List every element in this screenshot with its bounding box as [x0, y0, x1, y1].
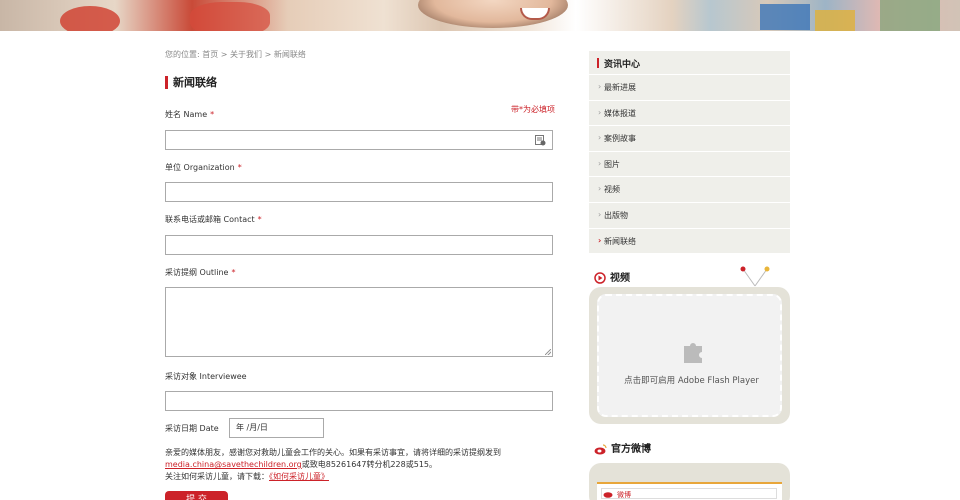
date-input[interactable]: 年 /月/日: [229, 418, 324, 438]
sidebar-item-stories[interactable]: › 案例故事: [589, 126, 790, 152]
video-player-frame: 点击即可启用 Adobe Flash Player: [589, 287, 790, 424]
notice-download: 关注如何采访儿童，请下载：《如何采访儿童》: [165, 472, 329, 481]
date-label: 采访日期 Date: [165, 424, 219, 433]
outline-textarea[interactable]: [165, 287, 553, 357]
weibo-icon: [594, 443, 607, 454]
required-star: *: [231, 268, 236, 277]
sidebar-item-latest[interactable]: › 最新进展: [589, 75, 790, 101]
organization-label: 单位 Organization *: [165, 163, 242, 172]
weibo-tab-label[interactable]: 微博: [617, 490, 631, 500]
play-icon: [594, 272, 606, 284]
chevron-right-icon: ›: [598, 184, 602, 194]
chevron-right-icon: ›: [598, 133, 602, 143]
interviewee-label: 采访对象 Interviewee: [165, 372, 247, 381]
contact-label: 联系电话或邮箱 Contact *: [165, 215, 262, 224]
chevron-right-icon: ›: [598, 158, 602, 168]
header-banner-image: [0, 0, 960, 31]
chevron-right-icon: ›: [598, 235, 602, 245]
interviewee-input[interactable]: [165, 391, 553, 411]
sidebar: 资讯中心 › 最新进展 › 媒体报道 › 案例故事 › 图片 › 视频 › 出版物 › 新闻联…: [589, 51, 790, 255]
plugin-puzzle-icon: [684, 343, 702, 363]
name-input[interactable]: [165, 130, 553, 150]
sidebar-header: 资讯中心: [589, 51, 790, 75]
required-star: *: [257, 215, 262, 224]
weibo-small-icon: [603, 492, 613, 498]
resize-handle[interactable]: [545, 349, 551, 355]
required-note: 带*为必填项: [511, 105, 555, 114]
sidebar-item-photos[interactable]: › 图片: [589, 151, 790, 178]
notice-text: 亲爱的媒体朋友，感谢您对救助儿童会工作的关心。如果有采访事宜，请将详细的采访提纲…: [165, 448, 501, 457]
weibo-section-title: 官方微博: [594, 440, 651, 455]
email-link[interactable]: media.china@savethechildren.org: [165, 460, 302, 469]
outline-label: 采访提纲 Outline *: [165, 268, 236, 277]
sidebar-item-videos[interactable]: › 视频: [589, 177, 790, 203]
weibo-widget[interactable]: 微博: [597, 482, 782, 500]
organization-input[interactable]: [165, 182, 553, 202]
autofill-icon[interactable]: [535, 135, 546, 146]
sidebar-item-publications[interactable]: › 出版物: [589, 202, 790, 229]
page-title: 新闻联络: [165, 76, 217, 89]
chevron-right-icon: ›: [598, 82, 602, 91]
sidebar-item-media[interactable]: › 媒体报道: [589, 100, 790, 127]
video-section-title: 视频: [594, 269, 630, 284]
contact-input[interactable]: [165, 235, 553, 255]
chevron-right-icon: ›: [598, 209, 602, 219]
download-link[interactable]: 《如何采访儿童》: [269, 472, 329, 481]
submit-button[interactable]: 提 交: [165, 491, 228, 500]
sidebar-item-press-contact[interactable]: › 新闻联络: [589, 228, 790, 255]
notice-contact: media.china@savethechildren.org或致电852616…: [165, 460, 438, 469]
name-label: 姓名 Name *: [165, 110, 215, 119]
required-star: *: [210, 110, 215, 119]
required-star: *: [237, 163, 242, 172]
breadcrumb[interactable]: 您的位置: 首页 > 关于我们 > 新闻联络: [165, 49, 306, 60]
flash-player-placeholder[interactable]: 点击即可启用 Adobe Flash Player: [597, 294, 782, 417]
weibo-widget-frame: 微博: [589, 463, 790, 500]
chevron-right-icon: ›: [598, 107, 602, 117]
